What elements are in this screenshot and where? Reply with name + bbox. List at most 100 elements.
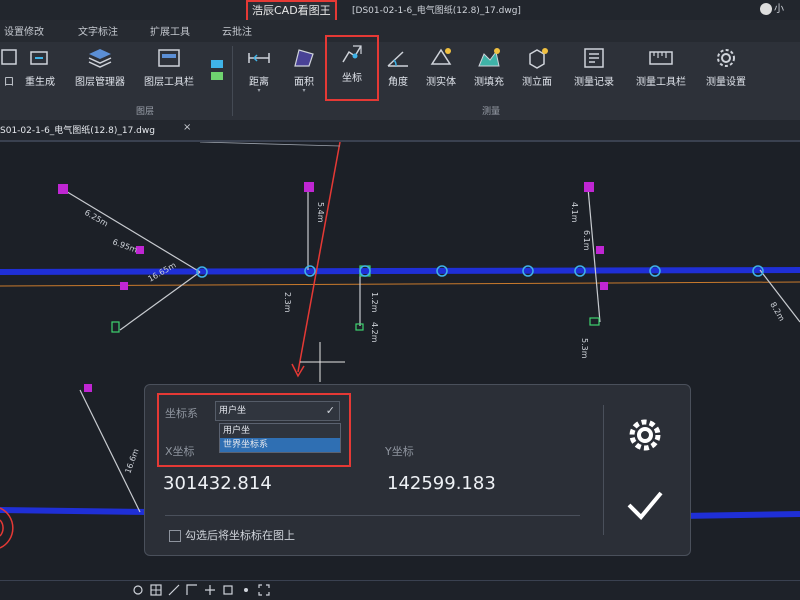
menu-tab-annotate[interactable]: 文字标注 <box>78 23 118 38</box>
measure-elevation-button[interactable]: 测立面 <box>516 42 558 98</box>
divider <box>165 515 580 516</box>
chevron-down-icon: ▾ <box>302 87 306 94</box>
document-tab[interactable]: S01-02-1-6_电气图纸(12.8)_17.dwg <box>0 123 155 136</box>
red-arc <box>0 507 14 549</box>
chevron-down-icon: ▾ <box>257 87 261 94</box>
coordinate-icon <box>342 45 362 63</box>
measure-elevation-icon <box>529 48 548 69</box>
coord-system-select[interactable]: 用户坐 ✓ <box>215 401 340 421</box>
menu-bar: 设置修改 文字标注 扩展工具 云批注 <box>0 20 800 42</box>
layer-manager-button[interactable]: 图层管理器 <box>68 42 132 98</box>
distance-button[interactable]: 距离 ▾ <box>238 42 280 98</box>
coord-system-dropdown: 用户坐 世界坐标系 <box>219 423 341 453</box>
menu-tab-settings[interactable]: 设置修改 <box>4 23 44 38</box>
chevron-down-icon: ✓ <box>325 404 335 417</box>
measure-entity-icon <box>430 48 452 65</box>
angle-button[interactable]: 角度 <box>382 42 414 98</box>
area-button[interactable]: 面积 ▾ <box>284 42 324 98</box>
green-marker <box>111 321 120 333</box>
bottom-toolbar <box>0 580 800 600</box>
user-label: 小 <box>774 4 784 15</box>
avatar <box>760 3 772 15</box>
ortho-icon[interactable] <box>186 584 198 596</box>
device-marker <box>120 282 128 290</box>
gear-icon[interactable] <box>625 415 665 455</box>
track-icon[interactable] <box>240 584 252 596</box>
angle-icon <box>387 51 408 67</box>
branch-line <box>587 187 601 323</box>
title-bar: 浩辰CAD看图王 [DS01-02-1-6_电气图纸(12.8)_17.dwg]… <box>0 0 800 22</box>
drawing-label: 5.4m <box>316 202 325 223</box>
layer-toolbar-button[interactable]: 图层工具栏 <box>136 42 202 98</box>
measure-fill-icon <box>478 48 500 67</box>
regen-button[interactable]: 重生成 <box>18 42 62 98</box>
blue-wire-bottom <box>679 511 800 519</box>
ribbon: 口 重生成 图层管理器 图层工具栏 距离 ▾ 面积 ▾ 坐标 角度 测实体 测填… <box>0 35 800 121</box>
drawing-label: 6.95m <box>111 237 138 254</box>
area-icon <box>294 49 314 67</box>
coord-option-user[interactable]: 用户坐 <box>220 424 340 438</box>
coord-system-value: 用户坐 <box>219 406 247 416</box>
menu-tab-cloud-annotate[interactable]: 云批注 <box>222 23 252 38</box>
coordinate-dialog: 坐标系 用户坐 ✓ 用户坐 世界坐标系 X坐标 Y坐标 301432.814 1… <box>144 384 691 556</box>
device-marker <box>600 282 608 290</box>
drawing-label: 2.3m <box>283 292 292 313</box>
app-title: 浩辰CAD看图王 <box>246 0 337 22</box>
drawing-label: 6.25m <box>83 208 110 229</box>
coordinate-button[interactable]: 坐标 <box>325 35 379 101</box>
measure-record-button[interactable]: 测量记录 <box>566 42 622 98</box>
group-label-layers: 图层 <box>136 107 155 117</box>
drawing-label: 4.2m <box>370 322 379 343</box>
branch-line <box>119 271 201 331</box>
branch-line <box>199 142 341 147</box>
confirm-check-icon[interactable] <box>623 485 667 525</box>
branch-line <box>63 189 201 273</box>
gear-icon <box>717 49 735 67</box>
cad-viewer-window: { "title_bar": {"app_title": "浩辰CAD看图王",… <box>0 0 800 600</box>
snap-icon[interactable] <box>168 584 180 596</box>
menu-tab-extensions[interactable]: 扩展工具 <box>150 23 190 38</box>
drawing-label: 1.2m <box>370 292 379 313</box>
measure-settings-button[interactable]: 测量设置 <box>698 42 754 98</box>
layer-tools-column[interactable] <box>204 42 228 98</box>
document-title: [DS01-02-1-6_电气图纸(12.8)_17.dwg] <box>352 6 521 16</box>
drawing-label: 6.1m <box>582 230 591 251</box>
rotate-icon[interactable] <box>132 584 144 596</box>
device-marker <box>84 384 92 392</box>
coord-option-world[interactable]: 世界坐标系 <box>220 438 340 452</box>
y-label: Y坐标 <box>385 445 414 458</box>
polar-icon[interactable] <box>204 584 216 596</box>
green-marker <box>589 317 600 326</box>
blue-wire-top <box>0 267 800 275</box>
object-snap-icon[interactable] <box>222 584 234 596</box>
drawing-label: 8.2m <box>768 301 786 323</box>
x-value: 301432.814 <box>163 473 272 494</box>
red-arc <box>0 519 4 537</box>
grid-icon[interactable] <box>150 584 162 596</box>
layer-mini-icons <box>211 60 223 80</box>
extent-icon[interactable] <box>258 584 270 596</box>
close-icon[interactable]: × <box>183 122 191 133</box>
user-badge[interactable]: 小 <box>760 0 796 18</box>
regen-icon <box>30 51 48 65</box>
layer-toolbar-icon <box>158 49 180 67</box>
device-marker <box>304 182 314 192</box>
crosshair <box>300 342 345 382</box>
distance-icon <box>248 53 270 63</box>
ribbon-separator <box>232 46 233 116</box>
coord-system-label: 坐标系 <box>165 407 198 420</box>
measure-fill-button[interactable]: 测填充 <box>468 42 510 98</box>
dialog-separator <box>603 405 604 535</box>
window-button[interactable]: 口 <box>0 42 18 98</box>
measure-record-icon <box>584 48 604 68</box>
measure-entity-button[interactable]: 测实体 <box>420 42 462 98</box>
checkbox-label: 勾选后将坐标标在图上 <box>185 529 295 542</box>
document-tab-bar: S01-02-1-6_电气图纸(12.8)_17.dwg × <box>0 120 800 142</box>
x-label: X坐标 <box>165 445 195 458</box>
device-marker <box>58 184 68 194</box>
device-marker <box>584 182 594 192</box>
mark-on-drawing-checkbox[interactable] <box>169 530 181 542</box>
group-label-measure: 测量 <box>482 107 501 117</box>
layers-icon <box>88 49 112 68</box>
measure-toolbar-button[interactable]: 测量工具栏 <box>628 42 694 98</box>
